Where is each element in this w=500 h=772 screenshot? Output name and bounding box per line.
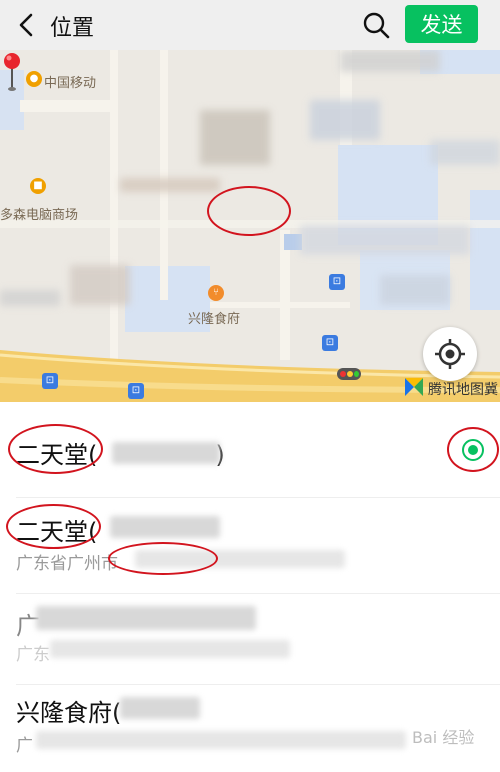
map-label-xinglong: 兴隆食府 <box>188 312 241 327</box>
tencent-map-logo-icon <box>405 378 423 396</box>
search-icon[interactable] <box>360 9 392 41</box>
redacted-block <box>110 516 220 538</box>
annotation-circle <box>108 542 218 575</box>
redacted-block <box>120 697 200 719</box>
traffic-light-icon <box>337 368 361 380</box>
watermark-text: 腾讯地图冀 <box>428 382 498 398</box>
map-view[interactable]: 中国移动 ● ■ 多森电脑商场 ⑂ 兴隆食府 ⊡ ⊡ ⊡ ⊡ 腾讯地图冀 <box>0 50 500 402</box>
page-title: 位置 <box>50 16 95 41</box>
shopping-icon: ■ <box>30 178 46 194</box>
locate-button[interactable] <box>423 327 477 381</box>
annotation-circle <box>6 504 101 549</box>
map-label-duosen: 多森电脑商场 <box>0 208 79 223</box>
location-pin-icon <box>4 53 20 91</box>
bus-stop-icon: ⊡ <box>42 373 58 389</box>
list-item[interactable]: 广 广东 <box>0 594 500 684</box>
annotation-circle <box>207 186 291 236</box>
bus-stop-icon: ⊡ <box>128 383 144 399</box>
location-address: 广 <box>16 736 33 756</box>
redacted-block <box>36 731 406 749</box>
map-label-china-mobile: 中国移动 <box>44 76 97 91</box>
location-address: 广东省广州市 <box>16 554 118 574</box>
list-item[interactable]: 二天堂( 广东省广州市 <box>0 498 500 593</box>
annotation-circle <box>8 424 103 474</box>
redacted-block <box>112 442 220 464</box>
location-address: 广东 <box>16 645 50 665</box>
bus-stop-icon: ⊡ <box>322 335 338 351</box>
send-button[interactable]: 发送 <box>405 5 478 43</box>
site-watermark: Bai 经验 <box>412 728 475 747</box>
redacted-block <box>50 640 290 658</box>
chevron-left-icon[interactable] <box>12 8 42 42</box>
crosshair-icon <box>435 339 465 369</box>
list-item[interactable]: 二天堂() <box>0 402 500 497</box>
bus-stop-icon: ⊡ <box>329 274 345 290</box>
redacted-block <box>36 606 256 630</box>
nearby-location-list: 二天堂() 二天堂( 广东省广州市 广 广东 兴隆食府( 广 Bai 经验 <box>0 402 500 772</box>
annotation-circle <box>447 427 499 472</box>
location-name: 兴隆食府( <box>16 699 122 727</box>
restaurant-icon: ⑂ <box>208 285 224 301</box>
nav-bar: 位置 发送 <box>0 0 500 50</box>
poi-icon: ● <box>26 71 42 87</box>
